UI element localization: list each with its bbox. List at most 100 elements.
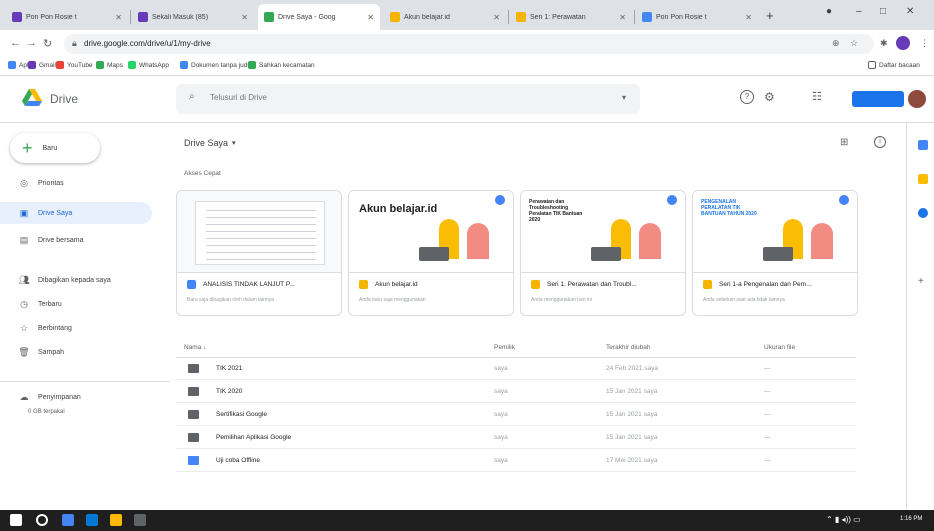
quick-access-card[interactable]: Perawatan dan Troubleshooting Peralatan … (520, 190, 686, 316)
calendar-icon[interactable] (918, 140, 928, 150)
row-size: — (764, 365, 771, 372)
column-header-name[interactable]: Nama ↓ (184, 344, 206, 351)
tab-label: Drive Saya - Goog (278, 13, 336, 21)
windows-start-icon[interactable] (10, 514, 22, 526)
bookmark-item[interactable]: Maps (96, 61, 123, 69)
browser-tab[interactable]: Drive Saya - Goog ✕ (258, 4, 380, 30)
sidebar-item[interactable]: ▤ Drive bersama (10, 229, 162, 251)
quick-access-card[interactable]: ANALISIS TINDAK LANJUT P... Baru saja dib… (176, 190, 342, 316)
maximize-icon[interactable]: □ (880, 6, 886, 17)
tasks-icon[interactable] (918, 208, 928, 218)
tab-close-icon[interactable]: ✕ (115, 13, 122, 22)
profile-avatar[interactable] (896, 36, 910, 50)
forward-icon[interactable]: → (26, 37, 37, 49)
keep-icon[interactable] (918, 174, 928, 184)
task-view-icon[interactable] (36, 514, 48, 526)
bookmark-favicon-icon (96, 61, 104, 69)
illustration-person (811, 223, 833, 259)
row-modified: 15 Jan 2021 saya (606, 388, 658, 395)
table-row[interactable]: Sertifikasi Google saya 15 Jan 2021 saya — (176, 404, 856, 426)
breadcrumb[interactable]: Drive Saya ▾ (184, 138, 236, 148)
file-explorer-icon[interactable] (110, 514, 122, 526)
zoom-icon[interactable]: ⊕ (832, 38, 840, 49)
column-header-modified[interactable]: Terakhir diubah (606, 344, 650, 351)
close-window-icon[interactable]: ✕ (906, 6, 914, 17)
back-icon[interactable]: ← (10, 37, 21, 49)
settings-gear-icon[interactable]: ⚙ (764, 90, 775, 104)
browser-tab[interactable]: Pon Pon Rosie t ✕ (636, 4, 758, 30)
sidebar-item[interactable]: ▣ Drive Saya (0, 202, 152, 224)
tab-close-icon[interactable]: ✕ (367, 13, 374, 22)
chrome-taskbar-icon[interactable] (62, 514, 74, 526)
account-avatar[interactable] (908, 90, 926, 108)
help-icon[interactable]: ? (740, 90, 754, 104)
bookmark-item[interactable]: Sahkan kecamatan (248, 61, 315, 69)
tab-close-icon[interactable]: ✕ (493, 13, 500, 22)
store-taskbar-icon[interactable] (134, 514, 146, 526)
bookmark-item[interactable]: YouTube (56, 61, 93, 69)
table-row[interactable]: TIK 2020 saya 15 Jan 2021 saya — (176, 381, 856, 403)
table-row[interactable]: Uji coba Offline saya 17 Mei 2021 saya — (176, 450, 856, 472)
bookmark-item[interactable]: Apl (8, 61, 28, 69)
table-row[interactable]: Pemilihan Aplikasi Google saya 15 Jan 2021… (176, 427, 856, 449)
card-subtitle: Anda sebelum saat ada tidak lainnya (703, 297, 785, 303)
system-tray-icon[interactable]: ⌃ ▮ ◂)) ▭ (826, 515, 861, 524)
search-options-icon[interactable]: ▾ (622, 93, 626, 102)
sidebar-item[interactable]: ◷ Terbaru (10, 293, 162, 315)
card-subtitle: Baru saja dibagikan oleh dalam lainnya (187, 297, 275, 303)
sidebar-item[interactable]: ☆ Berbintang (10, 317, 162, 339)
bookmark-item[interactable]: Dokumen tanpa judul (180, 61, 252, 69)
tab-close-icon[interactable]: ✕ (745, 13, 752, 22)
profile-dot-icon[interactable]: ● (826, 6, 832, 17)
table-row[interactable]: TIK 2021 saya 24 Feb 2021 saya — (176, 358, 856, 380)
browser-menu-icon[interactable]: ⋮ (920, 38, 929, 49)
tab-favicon-icon (390, 12, 400, 22)
browser-tab[interactable]: Akun belajar.id ✕ (384, 4, 506, 30)
extensions-icon[interactable]: ✱ (880, 38, 888, 49)
quick-access-card[interactable]: Akun belajar.id Akun belajar.id Anda baru … (348, 190, 514, 316)
lock-icon[interactable]: 🔒︎ (72, 38, 77, 49)
tab-close-icon[interactable]: ✕ (619, 13, 626, 22)
column-header-owner[interactable]: Pemilik (494, 344, 515, 351)
tab-separator (130, 10, 131, 24)
bookmark-star-icon[interactable]: ☆ (850, 38, 858, 49)
add-ons-icon[interactable]: + (918, 276, 924, 287)
sidebar-item[interactable]: ◎ Prioritas (10, 172, 162, 194)
sidebar-item-storage[interactable]: ☁ Penyimpanan (10, 386, 162, 408)
sidebar-item[interactable]: 👥︎ Dibagikan kepada saya (10, 269, 162, 291)
browser-tab[interactable]: Seri 1: Perawatan ✕ (510, 4, 632, 30)
tab-separator (508, 10, 509, 24)
bookmark-item[interactable]: WhatsApp (128, 61, 169, 69)
workspace-logo[interactable] (852, 91, 904, 107)
drive-app-name[interactable]: Drive (50, 92, 78, 106)
new-tab-button[interactable]: + (766, 8, 774, 23)
search-icon[interactable]: ⌕ (189, 91, 195, 102)
illustration-laptop (591, 247, 621, 261)
reload-icon[interactable]: ↻ (43, 37, 52, 50)
quick-access-card[interactable]: PENGENALAN PERALATAN TIK BANTUAN TAHUN 2… (692, 190, 858, 316)
tab-label: Sekali Masuk (85) (152, 13, 209, 21)
preview-line (206, 252, 316, 253)
reading-list[interactable]: Daftar bacaan (868, 61, 920, 69)
row-owner: saya (494, 434, 508, 441)
bookmark-favicon-icon (128, 61, 136, 69)
plus-icon: + (22, 138, 33, 158)
apps-grid-icon[interactable]: ☷ (812, 90, 822, 103)
docs-file-icon (187, 280, 196, 289)
new-button[interactable]: + Baru (10, 133, 100, 163)
file-table-header: Nama ↓ Pemilik Terakhir diubah Ukuran fi… (176, 336, 856, 358)
browser-tab[interactable]: Pon Pon Rosie t ✕ (6, 4, 128, 30)
info-icon[interactable]: i (874, 136, 886, 148)
search-input[interactable] (210, 93, 590, 102)
drive-logo-icon[interactable] (22, 89, 42, 107)
minimize-icon[interactable]: – (856, 6, 862, 17)
browser-tab[interactable]: Sekali Masuk (85) ✕ (132, 4, 254, 30)
column-header-size[interactable]: Ukuran file (764, 344, 795, 351)
grid-view-icon[interactable]: ⊞ (840, 137, 848, 148)
illustration-badge (839, 195, 849, 205)
sidebar-item[interactable]: 🗑︎ Sampah (10, 341, 162, 363)
bookmark-item[interactable]: Gmail (28, 61, 56, 69)
tab-close-icon[interactable]: ✕ (241, 13, 248, 22)
edge-taskbar-icon[interactable] (86, 514, 98, 526)
bookmark-favicon-icon (28, 61, 36, 69)
